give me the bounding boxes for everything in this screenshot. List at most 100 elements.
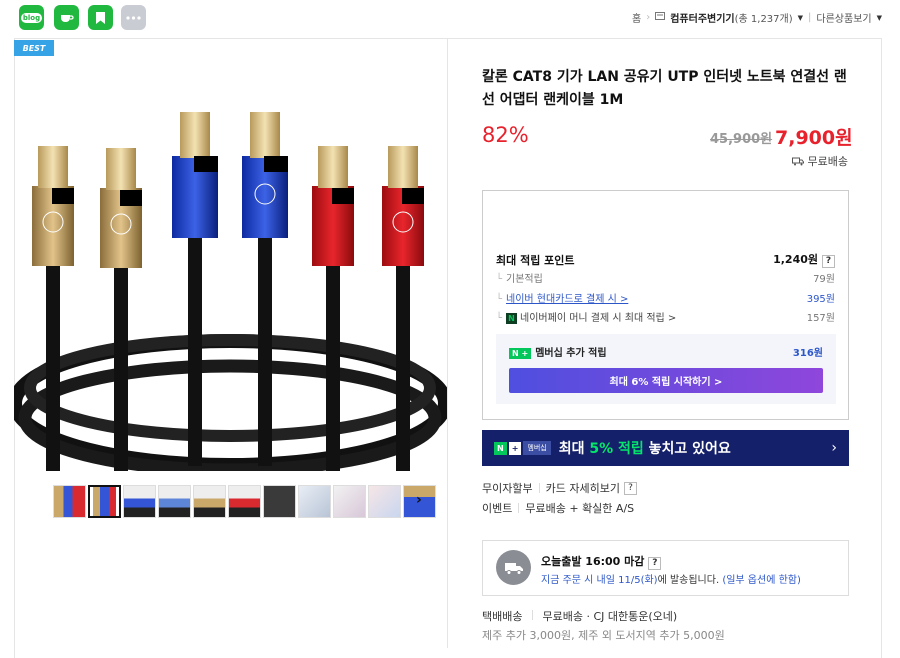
membership-box: N + 멤버십 추가 적립 316원 최대 6% 적립 시작하기 > — [496, 334, 836, 404]
membership-label-wrap: N + 멤버십 추가 적립 — [509, 344, 607, 359]
bookmark-icon — [96, 11, 105, 24]
breadcrumb: 홈 › 컴퓨터주변기기(총 1,237개) ▼ | 다른상품보기 ▼ — [632, 10, 882, 25]
category-icon — [655, 12, 666, 23]
tree-branch: └ — [496, 274, 503, 285]
today-dispatch-label: 오늘출발 16:00 마감 — [541, 555, 645, 568]
points-box: 최대 적립 포인트 1,240원? └ 기본적립 79원 └ 네이버 현대카드로 결… — [482, 190, 849, 420]
thumbnail[interactable] — [228, 485, 261, 518]
cafe-icon — [61, 15, 74, 22]
thumbnail[interactable] — [123, 485, 156, 518]
banner-text-pre: 최대 — [558, 441, 590, 457]
basic-points-value: 79원 — [813, 274, 835, 285]
thumbnail[interactable] — [53, 485, 86, 518]
card-points-link[interactable]: 네이버 현대카드로 결제 시 > — [506, 294, 628, 305]
divider — [531, 610, 533, 620]
npay-points-value: 157원 — [806, 313, 835, 324]
membership-label: 멤버십 추가 적립 — [535, 348, 607, 359]
banner-text: 최대 5% 적립 놓치고 있어요 — [559, 438, 731, 458]
npay-points-row: └ N 네이버페이 머니 결제 시 최대 적립 > 157원 — [496, 309, 835, 324]
dispatch-post: 에 발송됩니다. — [657, 575, 720, 586]
max-points-value: 1,240원 — [773, 253, 818, 266]
dispatch-info: 지금 주문 시 내일 11/5(화)에 발송됩니다. (일부 옵션에 한함) — [541, 571, 801, 586]
card-points-label-wrap: └ 네이버 현대카드로 결제 시 > — [496, 290, 628, 305]
free-shipping: 무료배송 — [791, 153, 848, 169]
more-share-button[interactable] — [121, 5, 146, 30]
event-row: 이벤트 무료배송 + 확실한 A/S — [482, 500, 634, 516]
divider — [518, 503, 520, 513]
basic-points-row: └ 기본적립 79원 — [496, 270, 835, 285]
breadcrumb-separator: › — [646, 12, 651, 23]
truck-icon — [496, 550, 531, 585]
help-icon[interactable]: ? — [623, 481, 637, 495]
basic-points-label-wrap: └ 기본적립 — [496, 270, 543, 285]
truck-icon — [791, 157, 804, 165]
breadcrumb-divider: | — [808, 12, 812, 23]
card-detail-link[interactable]: 카드 자세히보기 — [546, 480, 620, 496]
top-bar: blog 홈 › 컴퓨터주변기기(총 1,237개) ▼ | 다른상품보기 ▼ — [0, 0, 900, 36]
sale-price: 7,900원 — [775, 127, 853, 149]
panel-divider — [447, 38, 448, 648]
thumbnail[interactable] — [333, 485, 366, 518]
event-label: 이벤트 — [482, 502, 513, 515]
caret-down-icon: ▼ — [876, 13, 882, 22]
free-shipping-label: 무료배송 — [807, 155, 848, 168]
blog-share-button[interactable]: blog — [19, 5, 44, 30]
installment-row: 무이자할부 카드 자세히보기 ? — [482, 480, 637, 496]
breadcrumb-category[interactable]: 컴퓨터주변기기(총 1,237개) — [670, 10, 792, 25]
membership-row: N + 멤버십 추가 적립 316원 — [509, 344, 823, 359]
shipping-box: 오늘출발 16:00 마감? 지금 주문 시 내일 11/5(화)에 발송됩니다… — [482, 540, 849, 596]
card-points-row: └ 네이버 현대카드로 결제 시 > 395원 — [496, 290, 835, 305]
membership-tag: 멤버십 — [523, 441, 551, 455]
chevron-right-icon: › — [831, 440, 837, 456]
breadcrumb-home[interactable]: 홈 — [632, 10, 641, 25]
thumbnail-selected[interactable] — [88, 485, 121, 518]
npay-points-label-wrap: └ N 네이버페이 머니 결제 시 최대 적립 > — [496, 309, 676, 324]
help-icon[interactable]: ? — [822, 255, 835, 268]
installment-label: 무이자할부 — [482, 482, 533, 495]
banner-highlight: 5% 적립 — [589, 441, 644, 457]
more-icon — [126, 15, 141, 20]
start-membership-button[interactable]: 최대 6% 적립 시작하기 > — [509, 368, 823, 393]
membership-banner[interactable]: N + 멤버십 최대 5% 적립 놓치고 있어요 › — [482, 430, 849, 466]
max-points-value-wrap: 1,240원? — [773, 251, 835, 268]
blog-icon: blog — [20, 12, 43, 23]
product-image[interactable] — [14, 58, 447, 471]
best-badge: BEST — [14, 40, 54, 56]
delivery-method-value: 무료배송 · CJ 대한통운(오네) — [542, 610, 678, 623]
thumbnail[interactable] — [263, 485, 296, 518]
cafe-share-button[interactable] — [54, 5, 79, 30]
tree-branch: └ — [496, 313, 503, 324]
event-detail: 무료배송 + 확실한 A/S — [525, 502, 635, 515]
npay-icon: N — [506, 313, 518, 324]
basic-points-label: 기본적립 — [506, 274, 543, 285]
dispatch-note: (일부 옵션에 한함) — [722, 575, 801, 586]
product-title: 칼론 CAT8 기가 LAN 공유기 UTP 인터넷 노트북 연결선 랜선 어댑… — [482, 69, 847, 108]
thumbnail-strip — [53, 485, 436, 518]
bookmark-share-button[interactable] — [88, 5, 113, 30]
extra-fee: 제주 추가 3,000원, 제주 외 도서지역 추가 5,000원 — [482, 629, 725, 642]
breadcrumb-count: (총 1,237개) — [734, 14, 793, 25]
help-icon[interactable]: ? — [648, 557, 662, 570]
discount-rate: 82% — [482, 123, 529, 147]
naver-plus-icon: N + — [509, 348, 532, 359]
thumbnail[interactable] — [158, 485, 191, 518]
today-dispatch: 오늘출발 16:00 마감? — [541, 553, 662, 570]
thumbnail[interactable] — [298, 485, 331, 518]
caret-down-icon: ▼ — [797, 13, 804, 22]
naver-n-icon: N — [494, 441, 507, 455]
divider — [538, 483, 540, 493]
thumbnail[interactable] — [193, 485, 226, 518]
npay-points-link[interactable]: 네이버페이 머니 결제 시 최대 적립 > — [520, 313, 676, 324]
delivery-method: 택배배송 무료배송 · CJ 대한통운(오네) — [482, 608, 677, 624]
dispatch-date: 지금 주문 시 내일 11/5(화) — [541, 575, 658, 586]
thumbnail[interactable] — [368, 485, 401, 518]
other-products-link[interactable]: 다른상품보기 — [816, 10, 871, 25]
delivery-method-label: 택배배송 — [482, 610, 523, 623]
plus-icon: + — [508, 441, 522, 455]
max-points-row: 최대 적립 포인트 1,240원? — [496, 251, 835, 268]
membership-value: 316원 — [792, 348, 823, 359]
banner-text-post: 놓치고 있어요 — [643, 441, 731, 457]
tree-branch: └ — [496, 294, 503, 305]
chevron-right-icon[interactable]: › — [416, 492, 422, 508]
max-points-label: 최대 적립 포인트 — [496, 253, 575, 267]
